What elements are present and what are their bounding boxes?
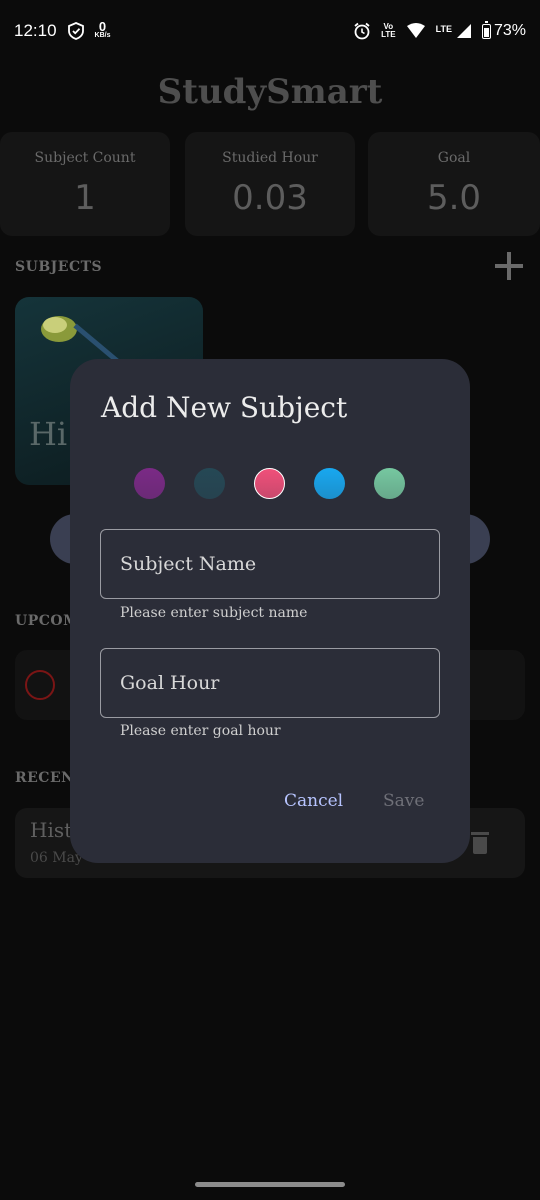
subject-card-name: Hi [29, 415, 68, 453]
subject-name-field[interactable] [100, 529, 440, 599]
color-swatch-pink[interactable] [254, 468, 285, 499]
alarm-icon [354, 22, 370, 40]
task-checkbox-icon[interactable] [25, 670, 55, 700]
stat-label: Studied Hour [222, 150, 318, 166]
recent-session-title: Hist [30, 818, 73, 842]
net-speed: 0 KB/s [94, 19, 111, 39]
stat-value: 5.0 [426, 178, 482, 218]
lamp-icon [41, 316, 77, 342]
add-subject-icon[interactable] [493, 250, 525, 282]
stat-label: Subject Count [34, 150, 136, 166]
status-time: 12:10 [14, 21, 57, 40]
recent-session-date: 06 May [30, 850, 83, 866]
cancel-button[interactable]: Cancel [284, 791, 343, 811]
stat-label: Goal [437, 150, 471, 166]
stat-value: 1 [74, 178, 96, 218]
signal-icon [456, 24, 471, 38]
delete-icon[interactable] [471, 832, 489, 854]
battery-status: 73% [481, 20, 526, 40]
battery-percent: 73% [493, 22, 526, 39]
battery-icon [481, 20, 491, 39]
stat-value: 0.03 [232, 178, 308, 218]
goal-hour-field[interactable] [100, 648, 440, 718]
volte-indicator: Vo LTE [381, 22, 396, 39]
home-indicator[interactable] [195, 1182, 345, 1187]
stat-card-goal: Goal 5.0 [368, 132, 540, 236]
save-button[interactable]: Save [383, 791, 424, 811]
color-swatch-green[interactable] [374, 468, 405, 499]
app-title: StudySmart [157, 72, 383, 112]
subject-name-helper: Please enter subject name [120, 605, 308, 621]
wifi-icon [406, 23, 425, 38]
lte-indicator: LTE [435, 24, 452, 34]
goal-hour-input[interactable] [101, 649, 439, 717]
add-subject-dialog: Add New Subject Please enter subject nam… [70, 359, 470, 863]
subject-name-input[interactable] [101, 530, 439, 598]
stat-card-studied-hour: Studied Hour 0.03 [185, 132, 355, 236]
color-picker [134, 468, 408, 500]
color-swatch-teal[interactable] [194, 468, 225, 499]
color-swatch-blue[interactable] [314, 468, 345, 499]
dialog-title: Add New Subject [101, 391, 348, 424]
stat-card-subject-count: Subject Count 1 [0, 132, 170, 236]
subjects-section-label: SUBJECTS [15, 259, 103, 275]
goal-hour-helper: Please enter goal hour [120, 723, 281, 739]
status-bar: 12:10 0 KB/s Vo LTE LTE 73% [0, 0, 540, 62]
shield-notification-icon [67, 22, 84, 40]
color-swatch-purple[interactable] [134, 468, 165, 499]
